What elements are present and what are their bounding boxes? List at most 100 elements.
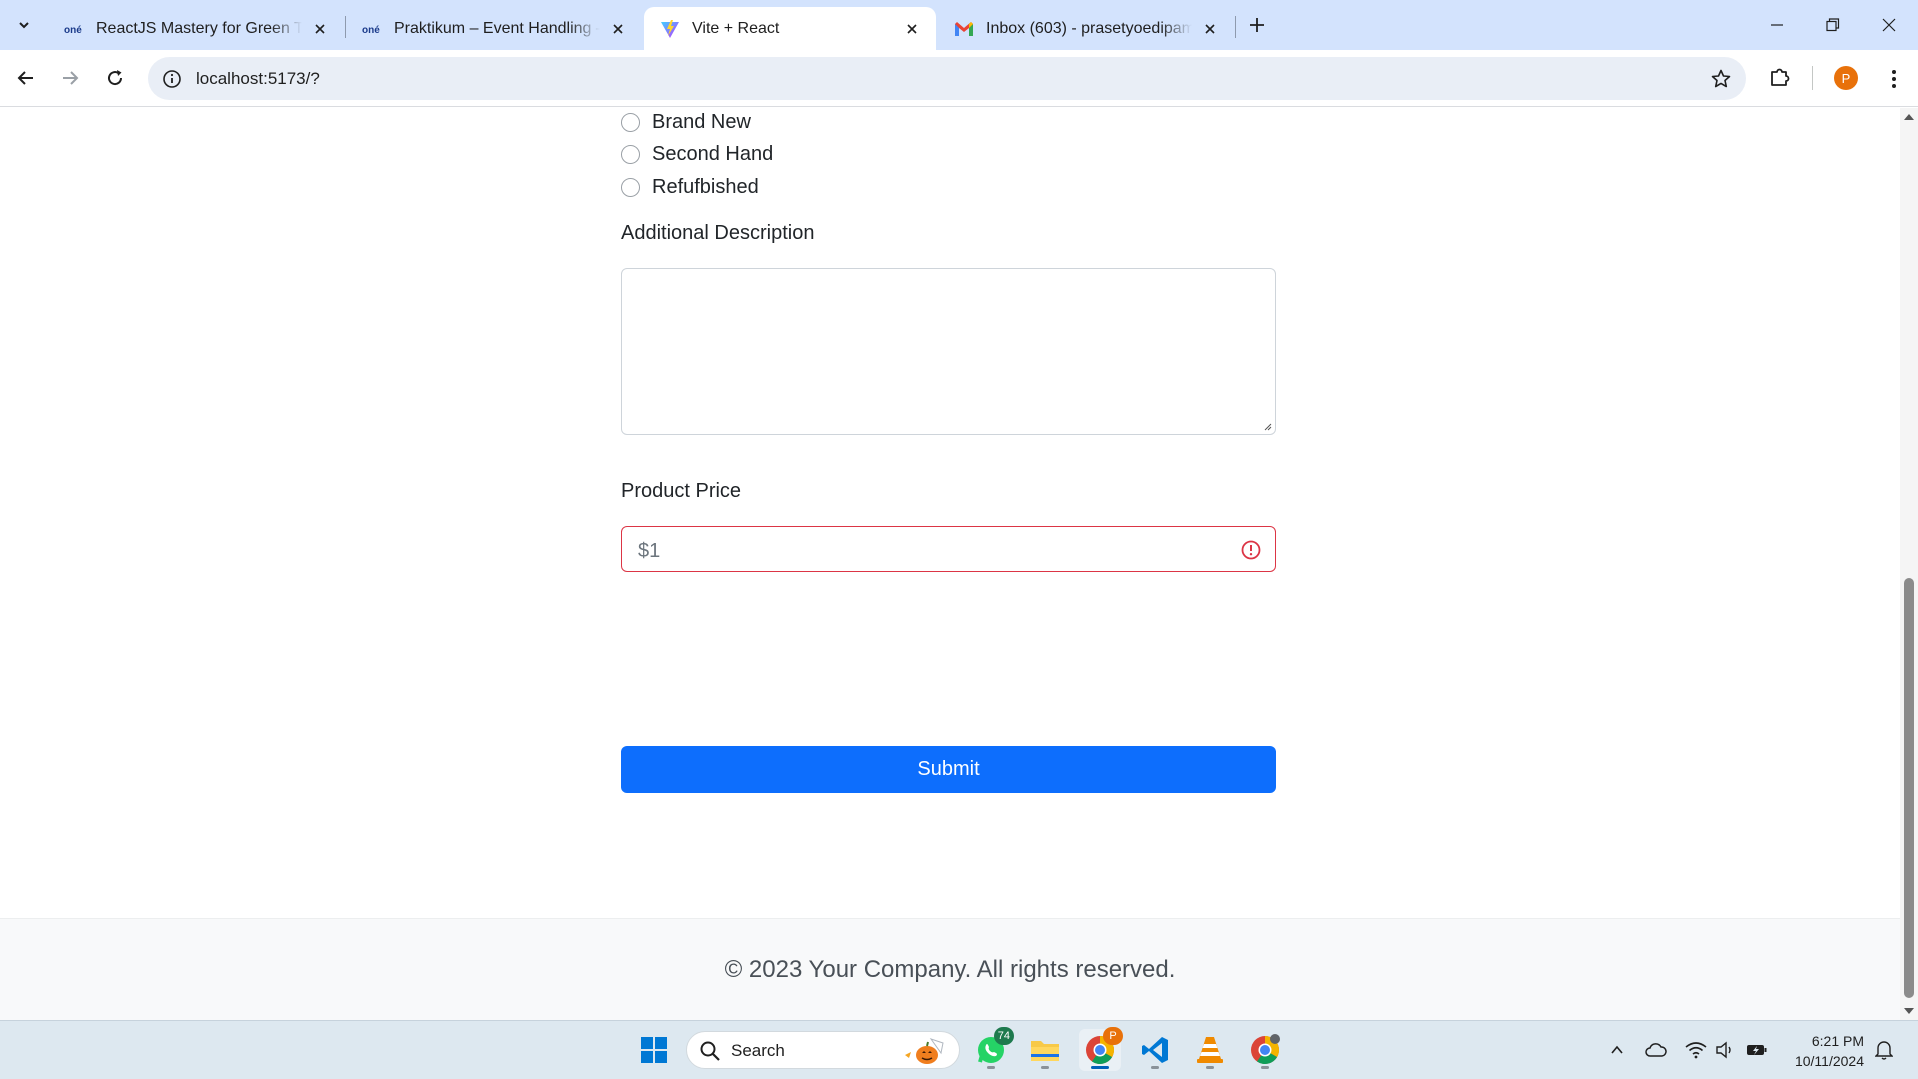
- gmail-icon: [954, 19, 974, 39]
- address-bar[interactable]: localhost:5173/?: [148, 57, 1746, 100]
- tab-title: Inbox (603) - prasetyoedipamun: [986, 19, 1192, 37]
- chevron-down-icon: [19, 22, 29, 29]
- browser-menu-button[interactable]: [1880, 61, 1908, 97]
- radio-brand-new[interactable]: Brand New: [621, 109, 751, 135]
- restore-button[interactable]: [1805, 0, 1861, 50]
- scrollbar-thumb[interactable]: [1904, 578, 1914, 998]
- running-indicator: [1206, 1066, 1214, 1069]
- system-clock[interactable]: 6:21 PM 10/11/2024: [1784, 1031, 1864, 1071]
- start-button[interactable]: [633, 1029, 675, 1071]
- vscode-icon: [1142, 1037, 1168, 1063]
- bell-icon: [1875, 1041, 1893, 1060]
- reload-button[interactable]: [96, 59, 134, 97]
- scroll-down-arrow-icon[interactable]: [1904, 1008, 1914, 1014]
- close-icon[interactable]: [608, 19, 628, 39]
- close-icon: [1882, 18, 1896, 32]
- vertical-scrollbar[interactable]: [1900, 108, 1918, 1020]
- radio-second-hand[interactable]: Second Hand: [621, 141, 773, 167]
- price-value: $1: [638, 540, 661, 562]
- radio-refurbished[interactable]: Refufbished: [621, 174, 759, 200]
- reload-icon: [108, 70, 123, 86]
- profile-avatar[interactable]: P: [1834, 66, 1858, 90]
- folder-icon: [1031, 1041, 1059, 1061]
- tab-title: Praktikum – Event Handling – C: [394, 19, 600, 37]
- vlc-taskbar-icon[interactable]: [1189, 1029, 1231, 1071]
- resize-grip-icon[interactable]: [1262, 421, 1272, 431]
- windows-logo-icon: [641, 1037, 667, 1063]
- one-logo-icon: oné: [362, 19, 382, 39]
- chrome-profile-badge: P: [1103, 1027, 1123, 1045]
- arrow-left-icon: [17, 71, 33, 85]
- plus-icon: [1250, 18, 1264, 32]
- arrow-right-icon: [63, 71, 79, 85]
- tab-divider: [1235, 16, 1236, 38]
- description-label: Additional Description: [621, 222, 815, 244]
- puzzle-icon: [1771, 68, 1790, 86]
- radio-label: Second Hand: [652, 142, 774, 165]
- battery-tray-icon[interactable]: [1744, 1037, 1770, 1063]
- close-icon[interactable]: [902, 19, 922, 39]
- tab-gmail-inbox[interactable]: Inbox (603) - prasetyoedipamun: [938, 7, 1234, 50]
- submit-button[interactable]: Submit: [621, 746, 1276, 793]
- whatsapp-badge: 74: [993, 1027, 1014, 1045]
- chevron-up-icon: [1611, 1045, 1623, 1054]
- footer-copyright: © 2023 Your Company. All rights reserved…: [724, 955, 1176, 983]
- bookmark-star-icon[interactable]: [1708, 66, 1734, 92]
- radio-button[interactable]: [621, 112, 640, 132]
- volume-tray-icon[interactable]: [1712, 1037, 1738, 1063]
- radio-button[interactable]: [621, 144, 640, 164]
- tab-vite-react[interactable]: Vite + React: [644, 7, 936, 50]
- show-hidden-icons-button[interactable]: [1604, 1037, 1630, 1063]
- clock-date: 10/11/2024: [1794, 1053, 1864, 1069]
- browser-toolbar: localhost:5173/?: [0, 50, 1918, 107]
- running-indicator: [1151, 1066, 1159, 1069]
- extensions-button[interactable]: [1762, 59, 1798, 95]
- tab-search-button[interactable]: [8, 9, 40, 41]
- page-footer: © 2023 Your Company. All rights reserved…: [0, 918, 1900, 1020]
- price-input[interactable]: $1: [621, 526, 1276, 572]
- chrome-taskbar-icon[interactable]: [1244, 1029, 1286, 1071]
- notifications-button[interactable]: [1871, 1037, 1897, 1063]
- clock-time: 6:21 PM: [1811, 1033, 1864, 1049]
- new-tab-button[interactable]: [1239, 11, 1275, 39]
- running-indicator: [1041, 1066, 1049, 1069]
- minimize-icon: [1771, 24, 1783, 26]
- speaker-icon: [1716, 1041, 1731, 1059]
- page-viewport: Brand New Second Hand Refufbished Additi…: [0, 108, 1900, 1020]
- cloud-icon: [1645, 1043, 1667, 1057]
- close-icon[interactable]: [1200, 19, 1220, 39]
- site-info-icon[interactable]: [160, 67, 184, 91]
- whatsapp-taskbar-icon[interactable]: 74: [970, 1027, 1014, 1071]
- halloween-pumpkin-icon: [905, 1038, 944, 1064]
- search-placeholder: Search: [731, 1041, 785, 1060]
- search-icon: [700, 1041, 720, 1061]
- tab-praktikum[interactable]: oné Praktikum – Event Handling – C: [346, 7, 642, 50]
- tab-reactjs-mastery[interactable]: oné ReactJS Mastery for Green Tech: [48, 7, 344, 50]
- scroll-up-arrow-icon[interactable]: [1904, 114, 1914, 120]
- close-window-button[interactable]: [1861, 0, 1917, 50]
- price-label: Product Price: [621, 480, 742, 502]
- chrome-profile-taskbar-icon[interactable]: P: [1079, 1027, 1123, 1071]
- back-button[interactable]: [7, 59, 45, 97]
- more-vertical-icon: [1892, 70, 1896, 88]
- url-text[interactable]: localhost:5173/?: [196, 69, 320, 89]
- radio-label: Refufbished: [652, 175, 759, 198]
- battery-charging-icon: [1747, 1045, 1767, 1055]
- wifi-tray-icon[interactable]: [1683, 1037, 1709, 1063]
- taskbar-search[interactable]: Search: [686, 1031, 960, 1069]
- minimize-button[interactable]: [1749, 0, 1805, 50]
- chrome-icon: [1251, 1034, 1280, 1064]
- radio-label: Brand New: [652, 110, 751, 133]
- file-explorer-taskbar-icon[interactable]: [1024, 1029, 1066, 1071]
- vlc-cone-icon: [1197, 1037, 1223, 1063]
- onedrive-tray-icon[interactable]: [1643, 1037, 1669, 1063]
- windows-taskbar: Search 74 P 6:21 PM 10/11/2024: [0, 1020, 1918, 1079]
- description-textarea[interactable]: [621, 268, 1276, 435]
- wifi-icon: [1685, 1042, 1707, 1059]
- restore-icon: [1826, 18, 1840, 32]
- tab-strip: oné ReactJS Mastery for Green Tech oné P…: [0, 0, 1918, 50]
- close-icon[interactable]: [310, 19, 330, 39]
- radio-button[interactable]: [621, 177, 640, 197]
- vscode-taskbar-icon[interactable]: [1134, 1029, 1176, 1071]
- forward-button[interactable]: [51, 59, 89, 97]
